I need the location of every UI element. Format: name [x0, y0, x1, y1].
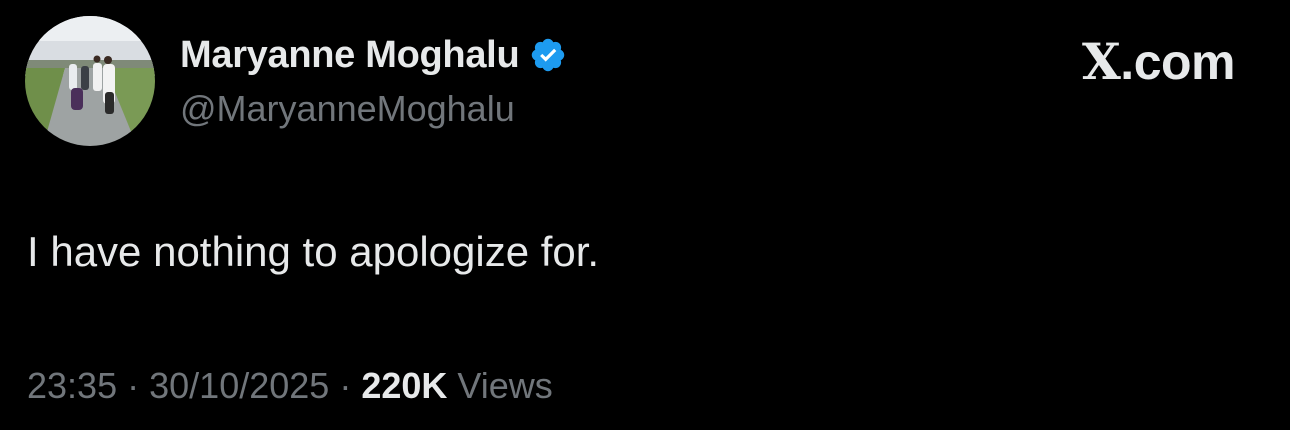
brand-suffix: .com — [1120, 34, 1235, 90]
x-com-logo: X.com — [1082, 32, 1235, 91]
meta-separator: · — [127, 365, 140, 406]
avatar[interactable] — [25, 16, 155, 146]
views-count[interactable]: 220K — [361, 365, 447, 406]
tweet-meta: 23:35 · 30/10/2025 · 220K Views — [27, 365, 553, 407]
x-logo-icon: X — [1082, 32, 1121, 91]
author-name-row: Maryanne Moghalu — [180, 30, 567, 80]
author-handle[interactable]: @MaryanneMoghalu — [180, 88, 515, 130]
tweet-card: Maryanne Moghalu @MaryanneMoghalu X.com … — [0, 0, 1290, 430]
meta-separator: · — [339, 365, 352, 406]
avatar-photo — [25, 16, 155, 146]
verified-badge-icon — [529, 36, 567, 74]
author-display-name[interactable]: Maryanne Moghalu — [180, 34, 520, 77]
tweet-time[interactable]: 23:35 — [27, 365, 117, 406]
tweet-date[interactable]: 30/10/2025 — [149, 365, 329, 406]
tweet-text: I have nothing to apologize for. — [27, 228, 600, 275]
views-label: Views — [457, 365, 553, 406]
